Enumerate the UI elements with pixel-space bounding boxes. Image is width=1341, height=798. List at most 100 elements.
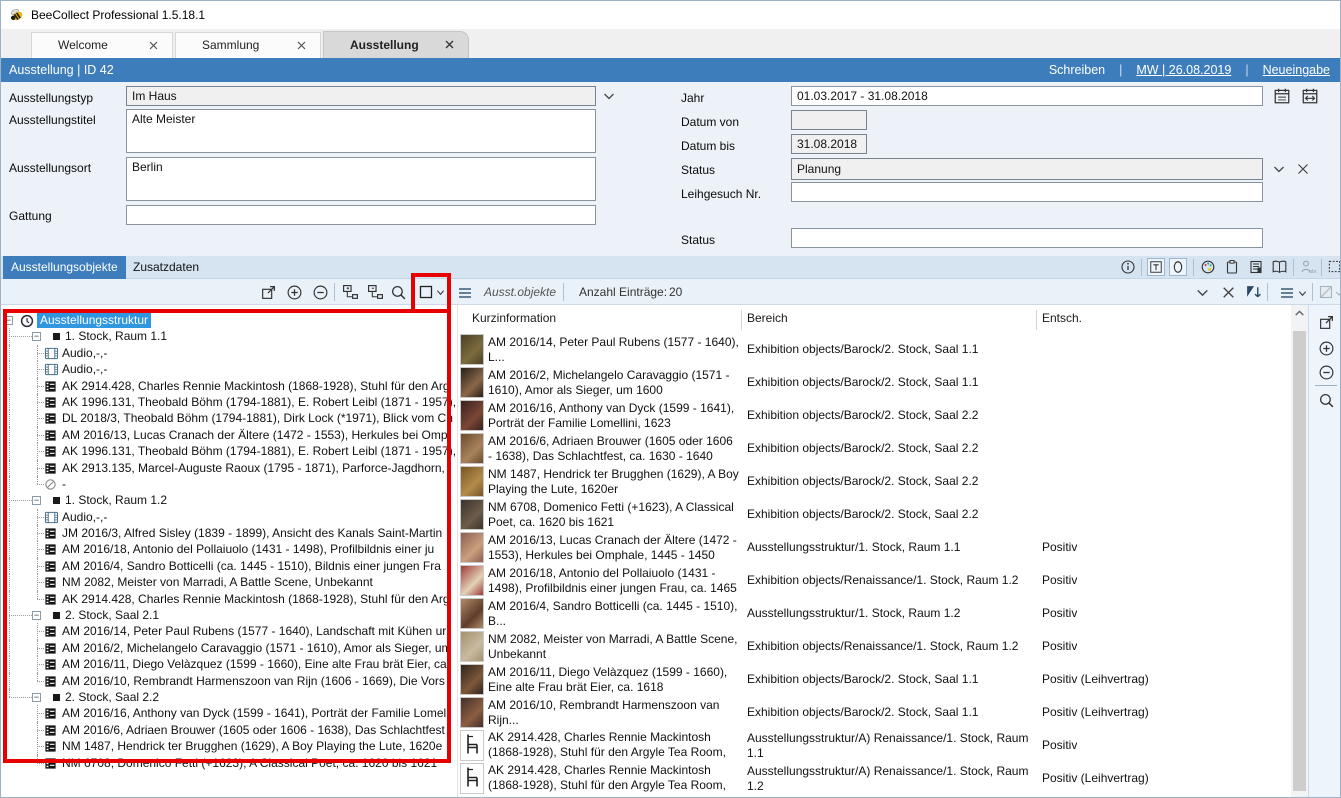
tree-expander-icon[interactable]: − <box>32 693 41 702</box>
table-row[interactable]: AM 2016/2, Michelangelo Caravaggio (1571… <box>458 366 1292 399</box>
outline-shape-icon[interactable] <box>1169 258 1187 276</box>
tree-room-label[interactable]: 1. Stock, Raum 1.1 <box>65 329 167 344</box>
tree-root-row[interactable]: −Ausstellungsstruktur <box>1 312 457 328</box>
layout-frame-caret-icon[interactable] <box>435 287 445 305</box>
tree-object-label[interactable]: AK 2914.428, Charles Rennie Mackintosh (… <box>62 379 450 394</box>
zoom-in-icon[interactable] <box>285 283 303 301</box>
last-edit-link[interactable]: MW | 26.08.2019 <box>1136 63 1231 77</box>
close-tab-icon[interactable] <box>295 39 308 52</box>
gattung-field[interactable] <box>126 205 596 225</box>
remove-child-node-icon[interactable] <box>366 283 384 301</box>
calendar-range-icon[interactable] <box>1301 87 1319 105</box>
tree-object-label[interactable]: NM 2082, Meister von Marradi, A Battle S… <box>62 575 373 590</box>
calendar-icon[interactable] <box>1273 87 1291 105</box>
table-row[interactable]: AM 2016/10, Rembrandt Harmenszoon van Ri… <box>458 696 1292 729</box>
tree-object-label[interactable]: AK 2914.428, Charles Rennie Mackintosh (… <box>62 592 450 607</box>
clear-x-icon[interactable] <box>1295 161 1313 179</box>
table-row[interactable]: AM 2016/6, Adriaen Brouwer (1605 oder 16… <box>458 432 1292 465</box>
tree-object-row[interactable]: AM 2016/11, Diego Velàzquez (1599 - 1660… <box>1 656 457 672</box>
tree-object-label[interactable]: JM 2016/3, Alfred Sisley (1839 - 1899), … <box>62 526 442 541</box>
clipboard-icon[interactable] <box>1223 258 1241 276</box>
tree-object-row[interactable]: AM 2016/14, Peter Paul Rubens (1577 - 16… <box>1 623 457 639</box>
tree-object-row[interactable]: AM 2016/10, Rembrandt Harmenszoon van Ri… <box>1 673 457 689</box>
open-in-window-icon[interactable] <box>259 283 277 301</box>
tree-object-row[interactable]: AK 1996.131, Theobald Böhm (1794-1881), … <box>1 394 457 410</box>
tree-root-label[interactable]: Ausstellungsstruktur <box>37 313 151 328</box>
status-field[interactable] <box>791 158 1263 180</box>
tree-object-row[interactable]: AK 2914.428, Charles Rennie Mackintosh (… <box>1 591 457 607</box>
tree-object-row[interactable]: AM 2016/16, Anthony van Dyck (1599 - 164… <box>1 705 457 721</box>
tree-object-label[interactable]: AK 2913.135, Marcel-Auguste Raoux (1795 … <box>62 461 445 476</box>
tree-object-label[interactable]: Audio,-,- <box>62 510 107 525</box>
open-in-window-icon[interactable] <box>1317 313 1335 331</box>
text-format-icon[interactable] <box>1147 258 1165 276</box>
tree-object-label[interactable]: - <box>62 477 66 492</box>
leihgesuch-field[interactable] <box>791 182 1263 202</box>
clear-x-icon[interactable] <box>1219 283 1237 301</box>
tree-room-label[interactable]: 1. Stock, Raum 1.2 <box>65 493 167 508</box>
tree-room-row[interactable]: −2. Stock, Saal 2.2 <box>1 689 457 705</box>
table-row[interactable]: AK 2914.428, Charles Rennie Mackintosh (… <box>458 762 1292 795</box>
zoom-in-icon[interactable] <box>1317 339 1335 357</box>
tree-object-row[interactable]: NM 1487, Hendrick ter Brugghen (1629), A… <box>1 738 457 754</box>
tree-object-row[interactable]: AK 2913.135, Marcel-Auguste Raoux (1795 … <box>1 460 457 476</box>
tree-room-label[interactable]: 2. Stock, Saal 2.1 <box>65 608 159 623</box>
column-header-entsch[interactable]: Entsch. <box>1042 311 1082 325</box>
tab-sammlung[interactable]: Sammlung <box>175 32 321 58</box>
table-row[interactable]: AM 2016/4, Sandro Botticelli (ca. 1445 -… <box>458 597 1292 630</box>
tree-room-row[interactable]: −2. Stock, Saal 2.1 <box>1 607 457 623</box>
search-icon[interactable] <box>1317 391 1335 409</box>
table-row[interactable]: AM 2016/11, Diego Velàzquez (1599 - 1660… <box>458 663 1292 696</box>
tree-object-row[interactable]: - <box>1 476 457 492</box>
sort-descending-icon[interactable] <box>1244 283 1262 301</box>
tree-object-label[interactable]: Audio,-,- <box>62 346 107 361</box>
tree-object-row[interactable]: DL 2018/3, Theobald Böhm (1794-1881), Di… <box>1 410 457 426</box>
ausstellungstitel-field[interactable]: Alte Meister <box>126 109 596 153</box>
datum-von-field[interactable] <box>791 110 867 130</box>
new-entry-link[interactable]: Neueingabe <box>1263 63 1330 77</box>
tree-object-label[interactable]: AM 2016/13, Lucas Cranach der Ältere (14… <box>62 428 448 443</box>
status2-field[interactable] <box>791 228 1263 248</box>
chevron-down-icon[interactable] <box>1193 283 1211 301</box>
tree-object-label[interactable]: AM 2016/14, Peter Paul Rubens (1577 - 16… <box>62 624 446 639</box>
tree-object-row[interactable]: JM 2016/3, Alfred Sisley (1839 - 1899), … <box>1 525 457 541</box>
book-icon[interactable] <box>1270 258 1288 276</box>
tree-object-label[interactable]: AM 2016/16, Anthony van Dyck (1599 - 164… <box>62 706 446 721</box>
table-row[interactable]: AM 2016/14, Peter Paul Rubens (1577 - 16… <box>458 333 1292 366</box>
zoom-out-icon[interactable] <box>311 283 329 301</box>
ausstellungsort-field[interactable]: Berlin <box>126 157 596 201</box>
tree-object-label[interactable]: DL 2018/3, Theobald Böhm (1794-1881), Di… <box>62 411 453 426</box>
tree-object-row[interactable]: AK 1996.131, Theobald Böhm (1794-1881), … <box>1 443 457 459</box>
scroll-up-icon[interactable] <box>1293 307 1306 320</box>
tree-object-row[interactable]: AM 2016/4, Sandro Botticelli (ca. 1445 -… <box>1 558 457 574</box>
tree-expander-icon[interactable]: − <box>32 496 41 505</box>
info-icon[interactable] <box>1119 258 1137 276</box>
tree-object-row[interactable]: NM 2082, Meister von Marradi, A Battle S… <box>1 574 457 590</box>
tree-object-row[interactable]: AM 2016/18, Antonio del Pollaiuolo (1431… <box>1 541 457 557</box>
tree-object-row[interactable]: AM 2016/13, Lucas Cranach der Ältere (14… <box>1 427 457 443</box>
tree-object-row[interactable]: NM 6708, Domenico Fetti (+1623), A Class… <box>1 755 457 771</box>
search-icon[interactable] <box>389 283 407 301</box>
tab-ausstellung[interactable]: Ausstellung <box>323 31 469 58</box>
scrollbar-thumb[interactable] <box>1293 331 1306 791</box>
column-header-kurzinformation[interactable]: Kurzinformation <box>472 311 556 325</box>
tree-object-label[interactable]: AM 2016/10, Rembrandt Harmenszoon van Ri… <box>62 674 445 689</box>
tree-object-label[interactable]: NM 6708, Domenico Fetti (+1623), A Class… <box>62 756 437 771</box>
chevron-down-icon[interactable] <box>601 88 619 106</box>
tree-object-row[interactable]: AM 2016/6, Adriaen Brouwer (1605 oder 16… <box>1 722 457 738</box>
tree-object-label[interactable]: AM 2016/18, Antonio del Pollaiuolo (1431… <box>62 542 434 557</box>
datum-bis-field[interactable] <box>791 134 867 154</box>
tree-object-row[interactable]: Audio,-,- <box>1 509 457 525</box>
tree-object-label[interactable]: AM 2016/4, Sandro Botticelli (ca. 1445 -… <box>62 559 441 574</box>
add-child-node-icon[interactable] <box>341 283 359 301</box>
table-row[interactable]: AK 2914.428, Charles Rennie Mackintosh (… <box>458 729 1292 762</box>
tree-object-label[interactable]: AK 1996.131, Theobald Böhm (1794-1881), … <box>62 395 456 410</box>
filter-image-caret-icon[interactable] <box>1334 288 1341 306</box>
tree-object-label[interactable]: Audio,-,- <box>62 362 107 377</box>
tree-object-label[interactable]: AM 2016/2, Michelangelo Caravaggio (1571… <box>62 641 452 656</box>
filter-image-icon[interactable] <box>1317 283 1335 301</box>
table-row[interactable]: AM 2016/18, Antonio del Pollaiuolo (1431… <box>458 564 1292 597</box>
table-row[interactable]: NM 2082, Meister von Marradi, A Battle S… <box>458 630 1292 663</box>
table-row[interactable]: NM 1487, Hendrick ter Brugghen (1629), A… <box>458 465 1292 498</box>
column-header-bereich[interactable]: Bereich <box>747 311 788 325</box>
